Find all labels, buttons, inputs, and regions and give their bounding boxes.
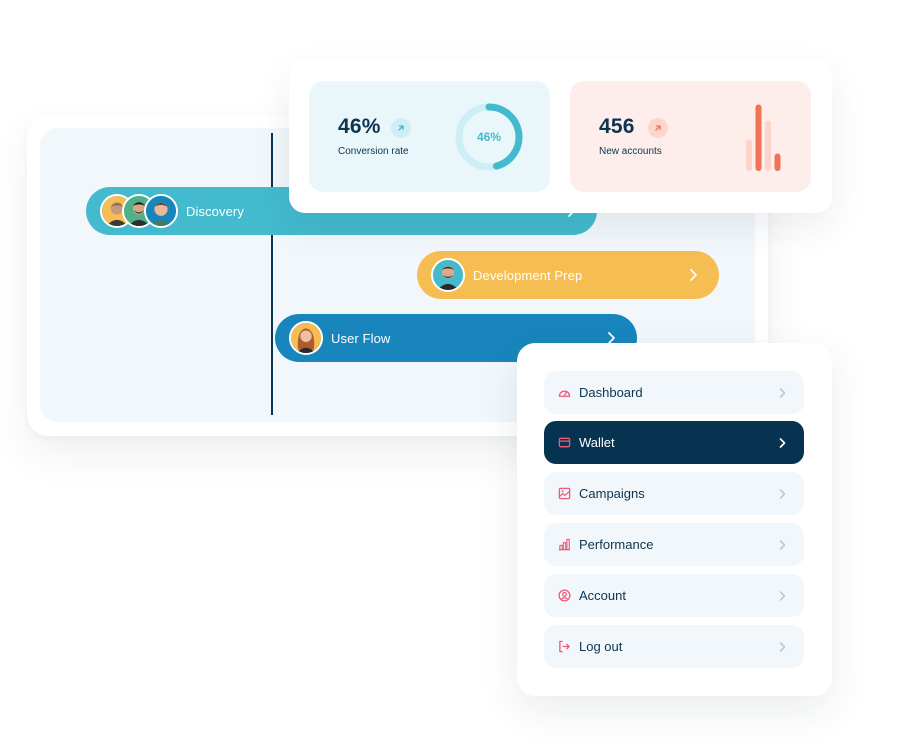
mini-bar: [774, 153, 781, 171]
chevron-right-icon: [779, 387, 786, 398]
menu-item-label: Dashboard: [579, 385, 643, 400]
menu-item-label: Account: [579, 588, 626, 603]
chevron-right-icon: [779, 488, 786, 499]
assignee-avatars: [100, 194, 178, 228]
gauge-icon: [558, 386, 571, 399]
chevron-right-icon: [690, 269, 697, 281]
menu-item-label: Performance: [579, 537, 654, 552]
new-accounts-mini-bar-chart: [746, 104, 781, 171]
task-label: User Flow: [331, 330, 391, 346]
trend-badge: [648, 118, 668, 138]
assignee-avatars: [289, 321, 323, 355]
navigation-menu: Dashboard Wallet Campaigns Performance A…: [517, 343, 832, 696]
chevron-right-icon: [779, 539, 786, 550]
donut-center-label: 46%: [476, 130, 502, 144]
current-date-marker: [271, 133, 273, 415]
menu-item-label: Campaigns: [579, 486, 645, 501]
logout-icon: [558, 640, 571, 653]
assignee-avatars: [431, 258, 465, 292]
mini-bar: [746, 139, 752, 171]
arrow-up-right-icon: [655, 125, 661, 131]
avatar: [431, 258, 465, 292]
avatar: [144, 194, 178, 228]
conversion-rate-value: 46%: [338, 115, 381, 138]
arrow-up-right-icon: [398, 125, 404, 131]
new-accounts-tile: 456 New accounts: [570, 81, 811, 192]
menu-item-log-out[interactable]: Log out: [544, 625, 804, 668]
image-icon: [558, 487, 571, 500]
wallet-icon: [558, 436, 571, 449]
menu-item-performance[interactable]: Performance: [544, 523, 804, 566]
mini-bar: [765, 120, 771, 171]
chevron-right-icon: [779, 437, 786, 448]
new-accounts-caption: New accounts: [599, 146, 662, 157]
bar-chart-icon: [558, 538, 571, 551]
menu-item-label: Wallet: [579, 435, 615, 450]
menu-item-wallet[interactable]: Wallet: [544, 421, 804, 464]
mini-bar: [755, 104, 762, 171]
menu-item-dashboard[interactable]: Dashboard: [544, 371, 804, 414]
stats-card: 46% Conversion rate 46% 456 New accounts: [289, 60, 832, 213]
avatar: [289, 321, 323, 355]
task-label: Discovery: [186, 203, 244, 219]
task-label: Development Prep: [473, 267, 583, 283]
menu-item-label: Log out: [579, 639, 623, 654]
trend-badge: [391, 118, 411, 138]
conversion-rate-tile: 46% Conversion rate 46%: [309, 81, 550, 192]
conversion-rate-caption: Conversion rate: [338, 146, 409, 157]
new-accounts-value: 456: [599, 115, 635, 138]
chevron-right-icon: [779, 590, 786, 601]
user-circle-icon: [558, 589, 571, 602]
menu-item-account[interactable]: Account: [544, 574, 804, 617]
task-bar-development-prep[interactable]: Development Prep: [417, 251, 719, 299]
menu-item-campaigns[interactable]: Campaigns: [544, 472, 804, 515]
chevron-right-icon: [779, 641, 786, 652]
